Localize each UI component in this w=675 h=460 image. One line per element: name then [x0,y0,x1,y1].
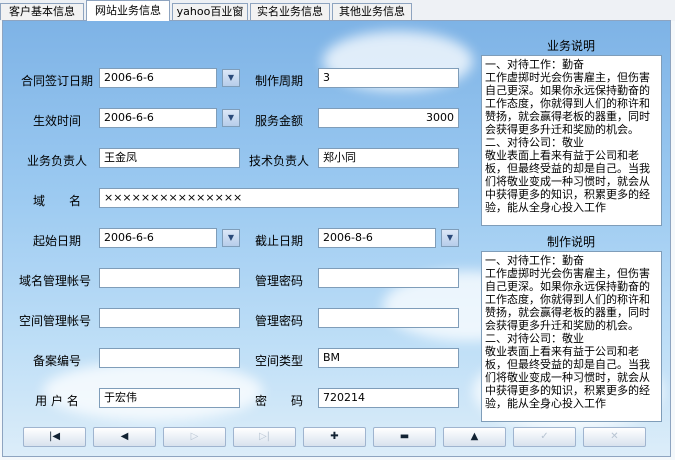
cancel-record-button[interactable]: ✕ [583,427,646,447]
record-number-field[interactable] [99,348,240,368]
effective-date-label: 生效时间 [32,114,81,128]
prev-record-button[interactable]: ◀ [93,427,156,447]
domain-password-label: 管理密码 [254,274,303,288]
space-account-label: 空间管理帐号 [18,314,91,328]
next-record-button[interactable]: ▷ [163,427,226,447]
tab-website-business[interactable]: 网站业务信息 [86,0,170,21]
first-record-button[interactable]: |◀ [23,427,86,447]
space-type-label: 空间类型 [254,354,303,368]
dropdown-arrow-icon[interactable]: ▼ [222,229,240,247]
start-date-field[interactable]: 2006-6-6 [99,228,217,248]
delete-record-button[interactable]: ▬ [373,427,436,447]
post-record-button[interactable]: ✓ [513,427,576,447]
password-field[interactable]: 720214 [318,388,459,408]
space-password-label: 管理密码 [254,314,303,328]
sign-date-label: 合同签订日期 [20,74,93,88]
end-date-field[interactable]: 2006-8-6 [318,228,436,248]
record-number-label: 备案编号 [32,354,81,368]
password-label: 密 码 [254,394,303,408]
production-description-title: 制作说明 [546,235,595,249]
username-label: 用 户 名 [35,394,79,408]
cycle-field[interactable]: 3 [318,68,459,88]
amount-field[interactable]: 3000 [318,108,459,128]
cycle-label: 制作周期 [254,74,303,88]
tab-yahoo[interactable]: yahoo百业窗 [172,3,248,20]
start-date-label: 起始日期 [32,234,81,248]
tech-manager-field[interactable]: 郑小同 [318,148,459,168]
tab-bar: 客户基本信息 网站业务信息 yahoo百业窗 实名业务信息 其他业务信息 [0,0,675,21]
business-description-memo[interactable]: 一、对待工作：勤奋 工作虚掷时光会伤害雇主，但伤害自己更深。如果你永远保持勤奋的… [481,55,662,226]
business-description-title: 业务说明 [546,39,595,53]
business-manager-label: 业务负责人 [26,154,87,168]
tab-realname-business[interactable]: 实名业务信息 [250,3,330,20]
business-panel: 合同签订日期 2006-6-6 ▼ 制作周期 3 生效时间 2006-6-6 ▼… [2,20,671,457]
domain-account-label: 域名管理帐号 [18,274,91,288]
domain-field[interactable]: ××××××××××××××× [99,188,459,208]
domain-label: 域 名 [32,194,81,208]
dropdown-arrow-icon[interactable]: ▼ [222,109,240,127]
end-date-label: 截止日期 [254,234,303,248]
tech-manager-label: 技术负责人 [248,154,309,168]
tab-other-business[interactable]: 其他业务信息 [332,3,412,20]
edit-record-button[interactable]: ▲ [443,427,506,447]
production-description-memo[interactable]: 一、对待工作：勤奋 工作虚掷时光会伤害雇主，但伤害自己更深。如果你永远保持勤奋的… [481,251,662,422]
space-password-field[interactable] [318,308,459,328]
domain-account-field[interactable] [99,268,240,288]
domain-password-field[interactable] [318,268,459,288]
amount-label: 服务金额 [254,114,303,128]
tab-customer-info[interactable]: 客户基本信息 [0,3,84,20]
effective-date-field[interactable]: 2006-6-6 [99,108,217,128]
space-type-field[interactable]: BM [318,348,459,368]
dropdown-arrow-icon[interactable]: ▼ [441,229,459,247]
space-account-field[interactable] [99,308,240,328]
username-field[interactable]: 于宏伟 [99,388,240,408]
dropdown-arrow-icon[interactable]: ▼ [222,69,240,87]
business-manager-field[interactable]: 王金凤 [99,148,240,168]
sign-date-field[interactable]: 2006-6-6 [99,68,217,88]
last-record-button[interactable]: ▷| [233,427,296,447]
add-record-button[interactable]: ✚ [303,427,366,447]
